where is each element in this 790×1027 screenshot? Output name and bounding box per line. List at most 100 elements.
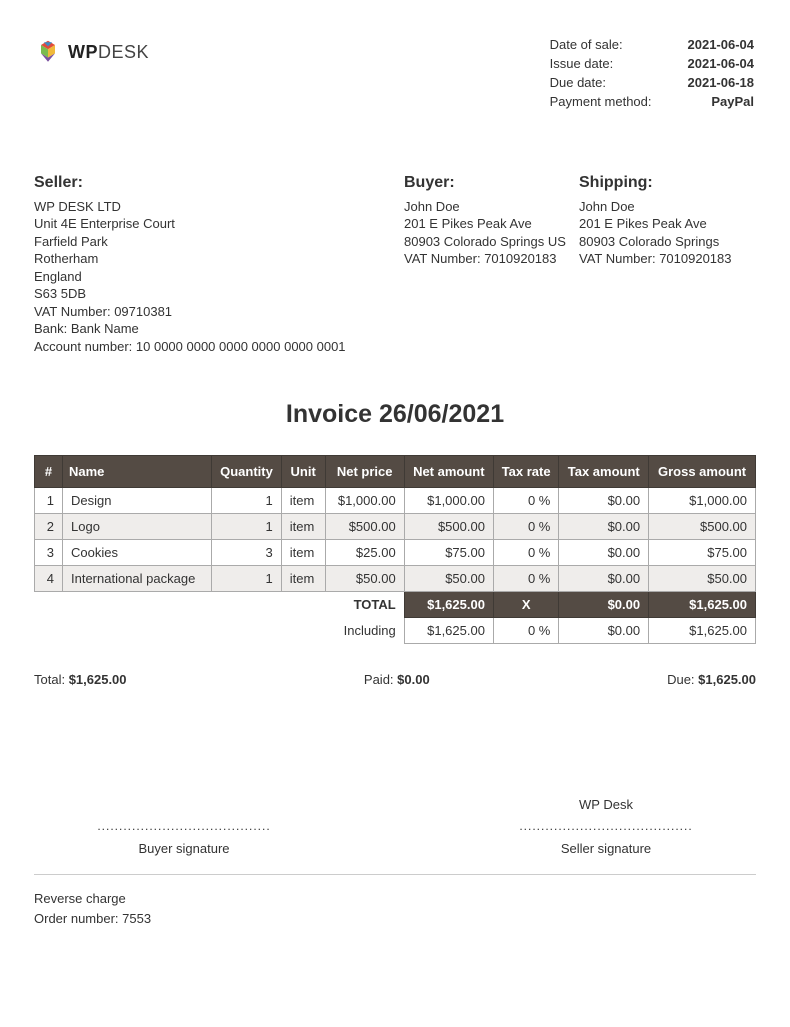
summary-row: Total: $1,625.00 Paid: $0.00 Due: $1,625… [34,672,756,687]
buyer-line: 201 E Pikes Peak Ave [404,215,579,233]
payment-method-value: PayPal [688,93,755,110]
seller-line: Farfield Park [34,233,404,251]
logo-text: WPDESK [68,42,149,63]
cell-tax-rate: 0 % [493,514,558,540]
cell-net-amount: $1,000.00 [404,488,493,514]
table-row: 2 Logo 1 item $500.00 $500.00 0 % $0.00 … [35,514,756,540]
shipping-line: VAT Number: 7010920183 [579,250,754,268]
buyer-line: VAT Number: 7010920183 [404,250,579,268]
header: WPDESK Date of sale: 2021-06-04 Issue da… [34,34,756,112]
total-net-amount: $1,625.00 [404,592,493,618]
buyer-sig-label: Buyer signature [34,841,334,856]
buyer-line: John Doe [404,198,579,216]
footer-line: Reverse charge [34,889,756,909]
buyer-block: Buyer: John Doe 201 E Pikes Peak Ave 809… [404,172,579,356]
seller-heading: Seller: [34,172,404,194]
cell-net-price: $50.00 [325,566,404,592]
cell-idx: 4 [35,566,63,592]
cell-name: Design [63,488,212,514]
sig-dots: ........................................ [34,819,334,833]
buyer-sig-name [34,797,334,815]
cell-qty: 1 [212,488,281,514]
seller-block: Seller: WP DESK LTD Unit 4E Enterprise C… [34,172,404,356]
seller-line: England [34,268,404,286]
table-row: 1 Design 1 item $1,000.00 $1,000.00 0 % … [35,488,756,514]
footer-notes: Reverse charge Order number: 7553 [34,889,756,928]
meta-table: Date of sale: 2021-06-04 Issue date: 202… [548,34,756,112]
buyer-line: 80903 Colorado Springs US [404,233,579,251]
due-date-value: 2021-06-18 [688,74,755,91]
seller-line: Bank: Bank Name [34,320,404,338]
cell-gross: $75.00 [649,540,756,566]
seller-line: Account number: 10 0000 0000 0000 0000 0… [34,338,404,356]
divider [34,874,756,875]
total-row: TOTAL $1,625.00 X $0.00 $1,625.00 [35,592,756,618]
cell-tax-rate: 0 % [493,540,558,566]
table-header-row: # Name Quantity Unit Net price Net amoun… [35,455,756,488]
cell-gross: $1,000.00 [649,488,756,514]
cell-tax-amount: $0.00 [559,514,649,540]
cell-idx: 3 [35,540,63,566]
seller-sig-label: Seller signature [456,841,756,856]
shipping-line: 80903 Colorado Springs [579,233,754,251]
cell-name: Cookies [63,540,212,566]
total-label: TOTAL [35,592,405,618]
col-gross: Gross amount [649,455,756,488]
items-table: # Name Quantity Unit Net price Net amoun… [34,455,756,645]
issue-date-value: 2021-06-04 [688,55,755,72]
date-of-sale-value: 2021-06-04 [688,36,755,53]
due-date-label: Due date: [550,74,686,91]
col-unit: Unit [281,455,325,488]
col-tax-amount: Tax amount [559,455,649,488]
cell-gross: $50.00 [649,566,756,592]
total-tax-rate: X [493,592,558,618]
seller-line: Unit 4E Enterprise Court [34,215,404,233]
shipping-line: John Doe [579,198,754,216]
cell-net-amount: $500.00 [404,514,493,540]
parties: Seller: WP DESK LTD Unit 4E Enterprise C… [34,172,756,356]
seller-line: WP DESK LTD [34,198,404,216]
shipping-line: 201 E Pikes Peak Ave [579,215,754,233]
cell-net-price: $1,000.00 [325,488,404,514]
table-row: 3 Cookies 3 item $25.00 $75.00 0 % $0.00… [35,540,756,566]
issue-date-label: Issue date: [550,55,686,72]
cell-name: International package [63,566,212,592]
cell-unit: item [281,540,325,566]
payment-method-label: Payment method: [550,93,686,110]
cell-net-price: $500.00 [325,514,404,540]
col-net-price: Net price [325,455,404,488]
cell-tax-rate: 0 % [493,566,558,592]
buyer-heading: Buyer: [404,172,579,194]
col-qty: Quantity [212,455,281,488]
summary-due: Due: $1,625.00 [667,672,756,687]
col-idx: # [35,455,63,488]
seller-signature: WP Desk ................................… [456,797,756,856]
col-net-amount: Net amount [404,455,493,488]
cell-qty: 1 [212,566,281,592]
seller-line: S63 5DB [34,285,404,303]
including-row: Including $1,625.00 0 % $0.00 $1,625.00 [35,618,756,644]
buyer-signature: ........................................… [34,797,334,856]
logo-icon [34,38,62,66]
seller-sig-name: WP Desk [456,797,756,815]
including-label: Including [35,618,405,644]
cell-tax-rate: 0 % [493,488,558,514]
summary-total: Total: $1,625.00 [34,672,127,687]
shipping-block: Shipping: John Doe 201 E Pikes Peak Ave … [579,172,754,356]
cell-idx: 2 [35,514,63,540]
cell-unit: item [281,566,325,592]
seller-line: VAT Number: 09710381 [34,303,404,321]
cell-unit: item [281,514,325,540]
cell-net-amount: $75.00 [404,540,493,566]
including-tax-rate: 0 % [493,618,558,644]
cell-qty: 1 [212,514,281,540]
col-tax-rate: Tax rate [493,455,558,488]
col-name: Name [63,455,212,488]
summary-paid: Paid: $0.00 [364,672,430,687]
cell-idx: 1 [35,488,63,514]
seller-line: Rotherham [34,250,404,268]
invoice-page: WPDESK Date of sale: 2021-06-04 Issue da… [0,0,790,968]
cell-unit: item [281,488,325,514]
cell-tax-amount: $0.00 [559,566,649,592]
cell-tax-amount: $0.00 [559,488,649,514]
